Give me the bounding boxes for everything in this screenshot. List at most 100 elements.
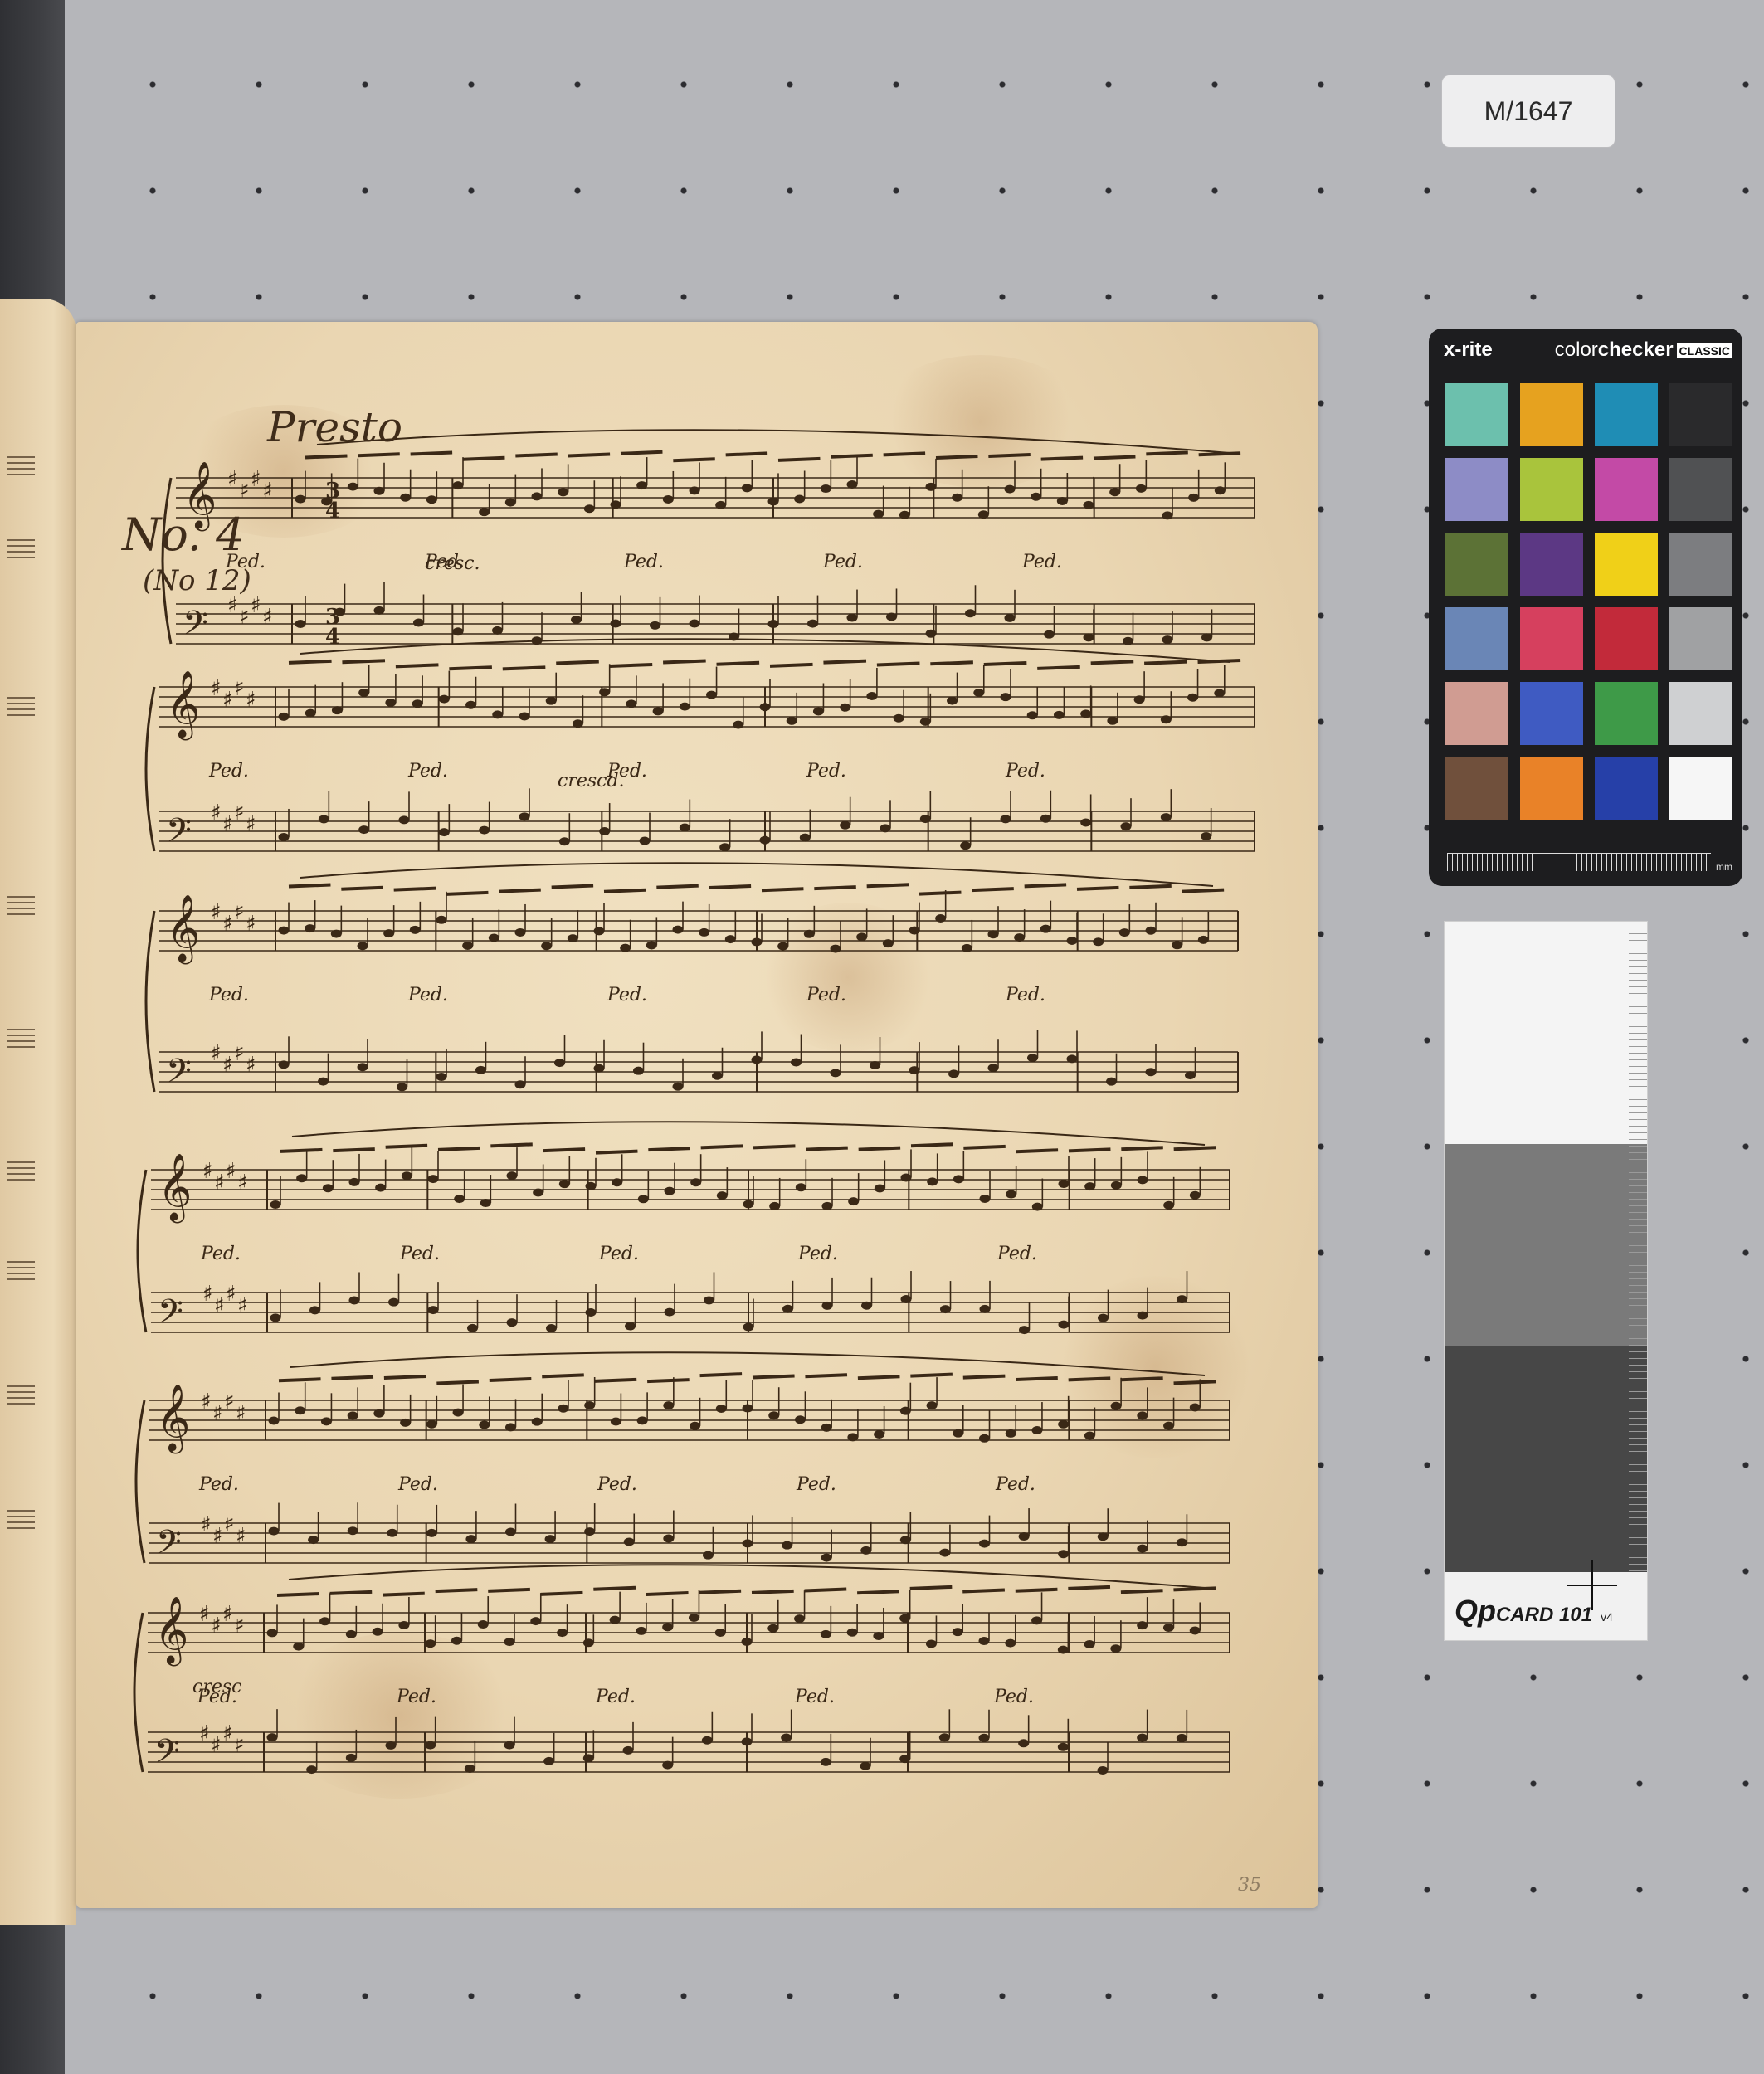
note-head — [427, 1306, 439, 1315]
pedal-mark: Ped. — [1005, 761, 1045, 781]
note-head — [882, 939, 894, 948]
note-head — [1057, 1742, 1069, 1751]
note-head — [1053, 710, 1065, 719]
gray-step-dark — [1445, 1346, 1647, 1572]
note-head — [514, 927, 526, 937]
note-head — [978, 1637, 990, 1646]
note-head — [1058, 1550, 1070, 1559]
note-head — [610, 1417, 621, 1426]
note-head — [599, 827, 611, 836]
note-beam — [725, 451, 768, 457]
note-beam — [753, 1144, 796, 1150]
pedal-mark: Ped. — [396, 1687, 436, 1707]
note-head — [743, 1322, 754, 1332]
note-head — [1057, 1645, 1069, 1654]
note-head — [1006, 1190, 1017, 1199]
note-head — [452, 627, 464, 636]
note-head — [1187, 693, 1199, 702]
sharp-sign: ♯ — [199, 1602, 210, 1627]
note-beam — [540, 1590, 583, 1596]
sharp-sign: ♯ — [239, 605, 250, 630]
note-head — [372, 1627, 383, 1636]
facing-page-staff — [7, 896, 35, 919]
bass-clef: 𝄢 — [183, 604, 208, 650]
note-head — [1097, 1532, 1109, 1541]
note-beam — [716, 660, 760, 666]
note-head — [979, 1304, 991, 1313]
sharp-sign: ♯ — [202, 1282, 213, 1307]
note-head — [375, 1183, 387, 1192]
facing-page-staff — [7, 456, 35, 480]
note-head — [426, 495, 437, 504]
note-head — [1163, 1421, 1175, 1430]
slur — [300, 862, 1214, 887]
note-head — [938, 1733, 950, 1742]
note-head — [699, 927, 710, 937]
note-head — [519, 812, 530, 821]
note-head — [873, 509, 884, 518]
note-head — [305, 924, 316, 933]
note-head — [672, 925, 684, 934]
note-head — [1160, 813, 1172, 822]
note-head — [1137, 1176, 1148, 1185]
note-head — [940, 1305, 951, 1314]
note-head — [373, 1409, 385, 1418]
note-head — [358, 825, 370, 835]
sharp-sign: ♯ — [226, 1159, 236, 1184]
note-head — [425, 1639, 436, 1648]
note-head — [295, 494, 306, 504]
sharp-sign: ♯ — [236, 1401, 246, 1426]
note-head — [743, 1200, 754, 1209]
note-head — [900, 1173, 912, 1182]
note-head — [979, 1434, 990, 1443]
note-head — [477, 1620, 489, 1629]
note-head — [795, 1183, 806, 1192]
note-beam — [910, 1142, 953, 1148]
note-beam — [502, 665, 546, 671]
note-beam — [276, 1592, 319, 1598]
note-head — [866, 692, 878, 701]
note-beam — [909, 1585, 953, 1590]
note-head — [347, 1411, 358, 1420]
note-beam — [1129, 884, 1172, 889]
note-beam — [963, 1144, 1006, 1150]
note-head — [1201, 633, 1212, 642]
note-head — [623, 1537, 635, 1546]
note-head — [821, 1553, 832, 1562]
note-head — [505, 1423, 516, 1432]
note-head — [1097, 1765, 1109, 1775]
sharp-sign: ♯ — [202, 1159, 213, 1184]
note-head — [270, 1200, 281, 1210]
note-beam — [1173, 1586, 1216, 1592]
note-head — [558, 837, 570, 846]
note-head — [610, 500, 621, 509]
note-head — [400, 493, 412, 502]
note-head — [742, 1539, 753, 1548]
slur — [288, 1564, 1206, 1589]
note-beam — [437, 1146, 480, 1151]
color-patch — [1445, 607, 1508, 670]
note-beam — [1040, 455, 1084, 461]
color-patch — [1445, 682, 1508, 745]
note-head — [751, 937, 763, 947]
note-head — [1080, 709, 1092, 718]
note-head — [741, 1737, 753, 1746]
note-beam — [752, 1374, 795, 1380]
sharp-sign: ♯ — [211, 676, 222, 701]
note-beam — [646, 1590, 689, 1596]
note-head — [531, 1417, 543, 1426]
piece-subnumber: (No 12) — [143, 564, 251, 597]
note-head — [925, 482, 937, 491]
note-head — [492, 710, 504, 719]
sharp-sign: ♯ — [224, 1390, 235, 1414]
note-head — [821, 1201, 833, 1210]
color-patch — [1520, 607, 1583, 670]
note-head — [1000, 693, 1011, 702]
note-head — [546, 1323, 557, 1332]
note-head — [664, 1186, 675, 1195]
note-head — [585, 1181, 597, 1190]
sharp-sign: ♯ — [236, 1524, 246, 1549]
note-head — [899, 1536, 911, 1545]
sharp-sign: ♯ — [212, 1524, 223, 1549]
sharp-sign: ♯ — [227, 467, 238, 492]
